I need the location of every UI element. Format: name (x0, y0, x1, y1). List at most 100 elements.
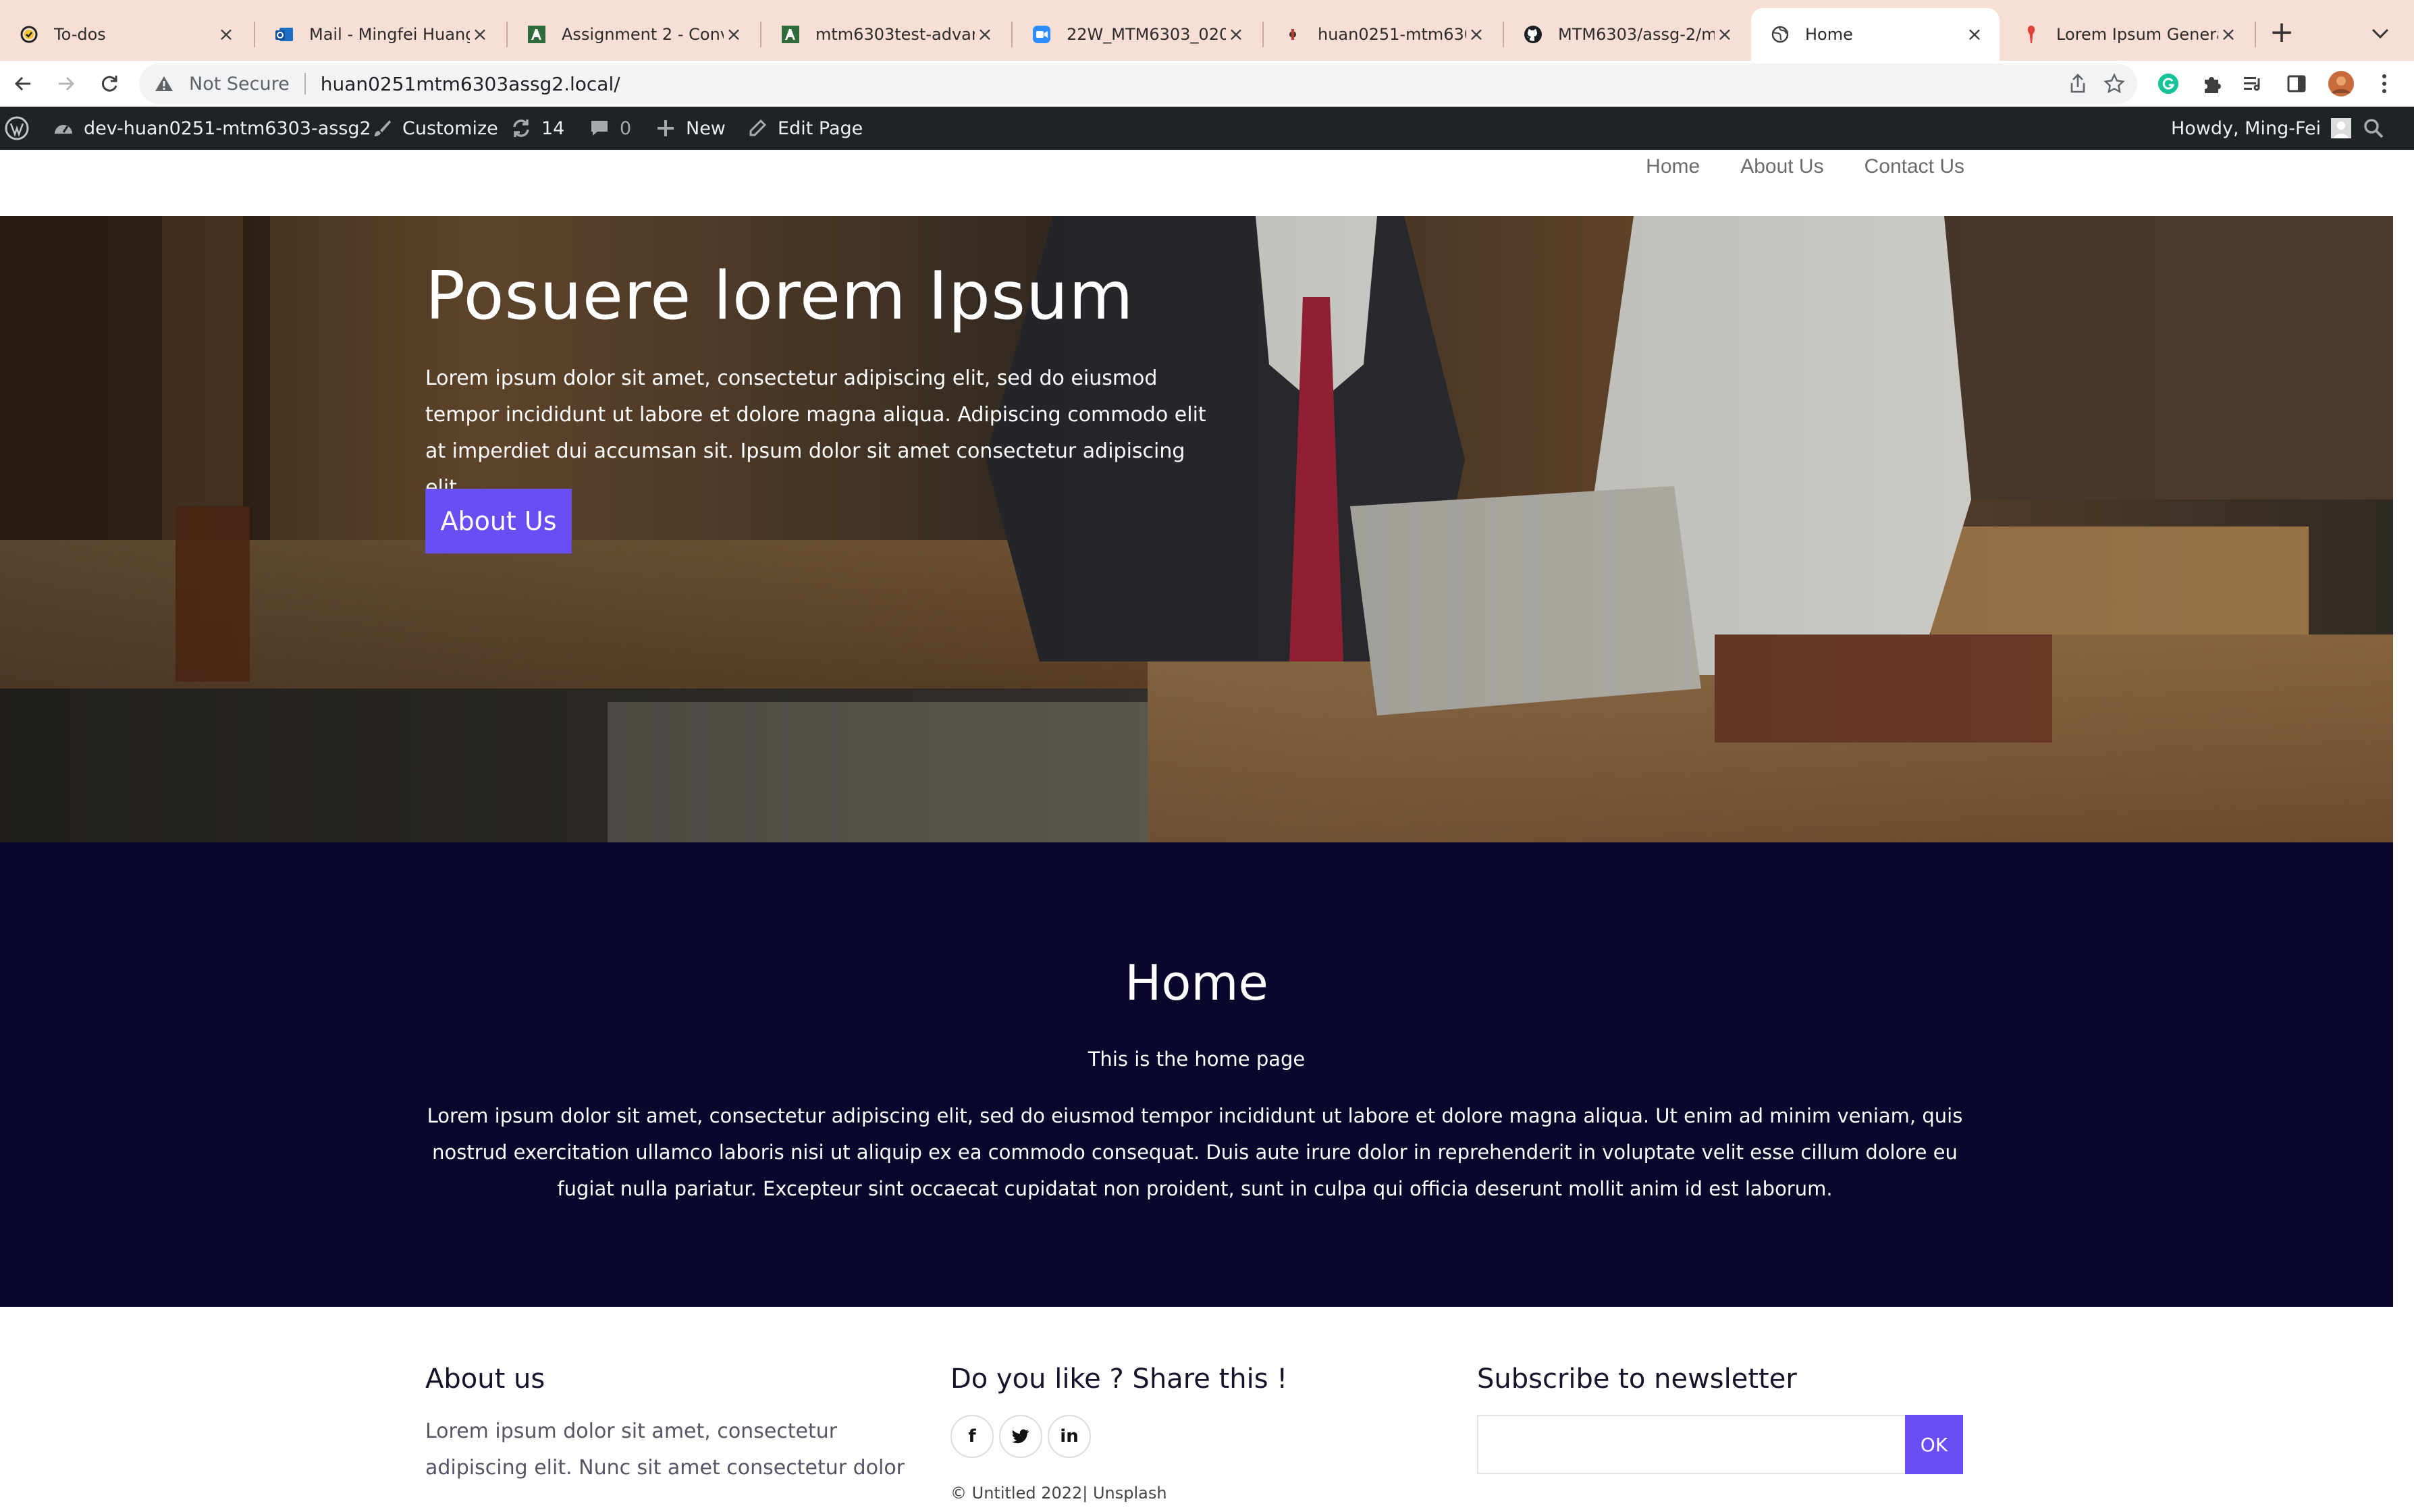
puzzle-icon (2205, 77, 2221, 93)
comments-link[interactable]: 0 (589, 107, 631, 150)
profile-avatar[interactable] (2324, 66, 2359, 101)
pencil-icon (747, 117, 768, 139)
page-title: Home (1125, 954, 1268, 1011)
grammarly-icon (2158, 74, 2178, 94)
share-icon[interactable] (2066, 72, 2090, 96)
tab-title: MTM6303/assg-2/mt (1558, 25, 1715, 44)
close-tab-icon[interactable]: × (724, 24, 744, 45)
todo-icon (19, 24, 39, 45)
site-name-link[interactable]: dev-huan0251-mtm6303-assg2 (53, 107, 371, 150)
close-tab-icon[interactable]: × (1466, 24, 1486, 45)
reload-button[interactable] (92, 66, 127, 101)
close-tab-icon[interactable]: × (975, 24, 995, 45)
page-body-text: Lorem ipsum dolor sit amet, consectetur … (427, 1104, 1963, 1200)
browser-menu-button[interactable] (2367, 66, 2402, 101)
url-text[interactable]: huan0251mtm6303assg2.local/ (321, 73, 620, 95)
about-us-text: Lorem ipsum dolor sit amet, consectetur … (425, 1420, 905, 1480)
site-name-label: dev-huan0251-mtm6303-assg2 (84, 117, 371, 139)
copyright-text: © Untitled 2022| Unsplash (950, 1484, 1167, 1503)
nav-item-home[interactable]: Home (1646, 155, 1700, 178)
hero-title: Posuere lorem Ipsum (425, 258, 1134, 335)
playlist-icon (2244, 77, 2260, 91)
edit-page-label: Edit Page (778, 117, 863, 139)
chevron-down-icon (2371, 28, 2389, 39)
new-content-link[interactable]: New (655, 107, 726, 150)
github-icon (1523, 24, 1543, 45)
grammarly-extension[interactable] (2151, 66, 2186, 101)
side-panel-button[interactable] (2279, 66, 2314, 101)
close-tab-icon[interactable]: × (1964, 24, 1985, 45)
howdy-label: Howdy, Ming-Fei (2171, 117, 2322, 139)
new-tab-button[interactable]: + (2263, 15, 2301, 53)
tab-title: Assignment 2 - Conv (562, 25, 724, 44)
algonquin-icon (527, 24, 547, 45)
admin-search-button[interactable] (2363, 107, 2384, 150)
hero-background-image (0, 216, 2393, 842)
newsletter-email-input[interactable] (1477, 1415, 1906, 1474)
comments-count: 0 (620, 117, 632, 139)
browser-tab-zoom[interactable]: 22W_MTM6303_020 × (1013, 8, 1261, 61)
browser-tab-mtm6303test[interactable]: mtm6303test-advanc × (761, 8, 1010, 61)
wordpress-logo-button[interactable] (4, 107, 30, 150)
newsletter-submit-button[interactable]: OK (1905, 1415, 1963, 1474)
zoom-icon (1031, 24, 1052, 45)
updates-count: 14 (541, 117, 565, 139)
outlook-icon (274, 24, 294, 45)
my-account-link[interactable]: Howdy, Ming-Fei (2171, 107, 2352, 150)
newsletter-heading: Subscribe to newsletter (1477, 1364, 1797, 1395)
security-label: Not Secure (189, 73, 290, 94)
close-tab-icon[interactable]: × (216, 24, 236, 45)
comment-icon (589, 117, 610, 139)
reload-icon (101, 76, 117, 92)
site-header: Home About Us Contact Us (0, 150, 2393, 216)
tab-search-button[interactable] (2364, 18, 2396, 50)
twitter-icon[interactable] (999, 1415, 1042, 1458)
browser-tab-home-active[interactable]: Home × (1751, 8, 2000, 61)
tab-title: To-dos (54, 25, 106, 44)
nav-item-about-us[interactable]: About Us (1740, 155, 1823, 178)
user-avatar-icon (2330, 117, 2352, 139)
browser-tab-todos[interactable]: To-dos × (0, 8, 251, 61)
about-us-button[interactable]: About Us (425, 489, 572, 554)
linkedin-icon[interactable]: in (1048, 1415, 1091, 1458)
bookmark-star-icon[interactable] (2102, 72, 2126, 96)
close-tab-icon[interactable]: × (2218, 24, 2238, 45)
browser-tab-strip: To-dos × Mail - Mingfei Huang × Assignme… (0, 0, 2414, 61)
close-tab-icon[interactable]: × (1715, 24, 1735, 45)
reading-list-button[interactable] (2236, 66, 2271, 101)
paintbrush-icon (371, 117, 393, 139)
close-tab-icon[interactable]: × (470, 24, 490, 45)
browser-tab-lorem[interactable]: Lorem Ipsum Genera × (2002, 8, 2253, 61)
tab-title: Lorem Ipsum Genera (2056, 25, 2218, 44)
browser-tab-github[interactable]: MTM6303/assg-2/mt × (1504, 8, 1750, 61)
hero-section: Posuere lorem Ipsum Lorem ipsum dolor si… (0, 216, 2393, 842)
tab-title: mtm6303test-advanc (815, 25, 975, 44)
social-links: f in (950, 1415, 1091, 1458)
forward-button[interactable] (49, 66, 84, 101)
tab-title: 22W_MTM6303_020 (1067, 25, 1226, 44)
updates-link[interactable]: 14 (510, 107, 564, 150)
back-button[interactable] (5, 66, 41, 101)
customize-link[interactable]: Customize (371, 107, 498, 150)
lorem-icon (2021, 24, 2041, 45)
extensions-button[interactable] (2194, 66, 2229, 101)
browser-tab-assignment[interactable]: Assignment 2 - Conv × (508, 8, 759, 61)
facebook-icon[interactable]: f (950, 1415, 994, 1458)
about-us-heading: About us (425, 1364, 545, 1395)
page-scrollbar[interactable] (2393, 150, 2414, 1512)
browser-tab-huan0251[interactable]: huan0251-mtm6303- × (1264, 8, 1501, 61)
browser-tab-mail[interactable]: Mail - Mingfei Huang × (255, 8, 505, 61)
more-vertical-icon (2382, 74, 2386, 93)
warning-icon[interactable] (154, 74, 174, 94)
close-tab-icon[interactable]: × (1226, 24, 1246, 45)
divider (304, 73, 306, 94)
page-icon (1283, 24, 1303, 45)
address-bar[interactable]: Not Secure huan0251mtm6303assg2.local/ (139, 63, 2137, 104)
arrow-right-icon (59, 76, 75, 91)
algonquin-icon (780, 24, 801, 45)
search-icon (2364, 119, 2384, 138)
tab-separator (2255, 22, 2256, 47)
edit-page-link[interactable]: Edit Page (747, 107, 863, 150)
nav-item-contact-us[interactable]: Contact Us (1865, 155, 1964, 178)
page-content-section: Home This is the home page Lorem ipsum d… (0, 842, 2393, 1307)
